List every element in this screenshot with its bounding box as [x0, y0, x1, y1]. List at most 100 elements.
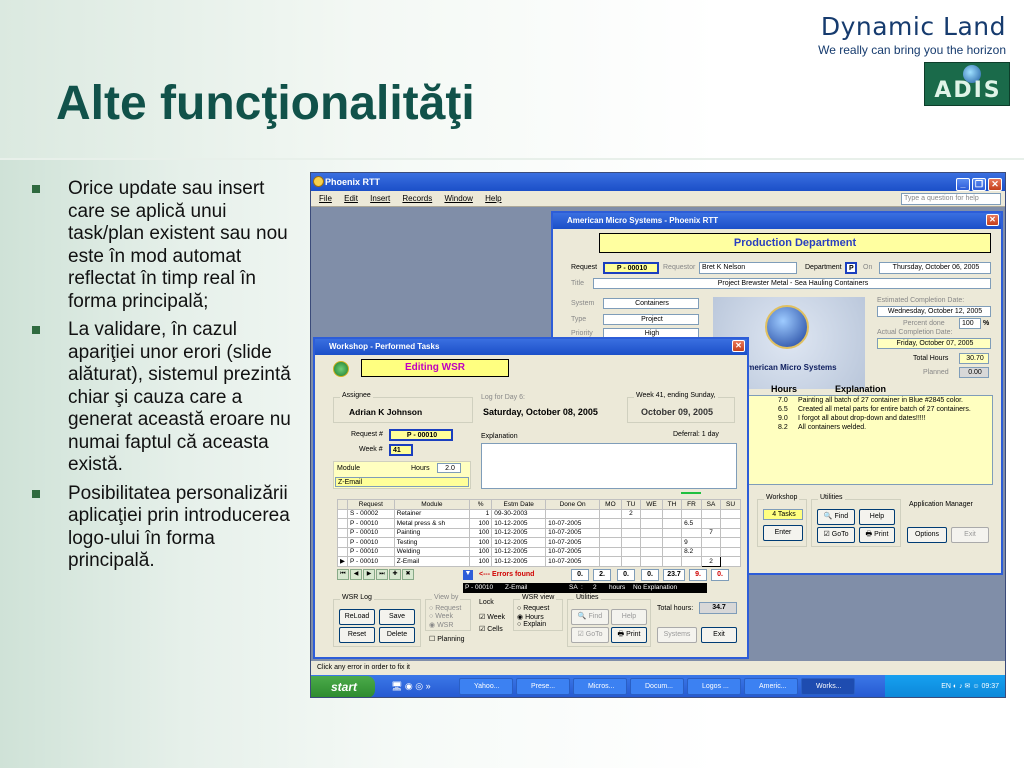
- est-completion-field[interactable]: Wednesday, October 12, 2005: [877, 306, 991, 317]
- table-row[interactable]: P - 00010 Painting 100 10-12-2005 10-07-2005…: [337, 527, 741, 538]
- help-search-input[interactable]: Type a question for help: [901, 193, 1001, 205]
- nav-last-icon[interactable]: ⏭: [376, 569, 388, 580]
- menu-records[interactable]: Records: [402, 194, 432, 203]
- grid-header[interactable]: TH: [661, 499, 683, 510]
- percent-done-field[interactable]: 100: [959, 318, 981, 329]
- lock-week-checkbox[interactable]: ☑ Week: [479, 613, 505, 621]
- wsrview-request-radio[interactable]: ○ Request: [517, 605, 549, 612]
- save-button[interactable]: Save: [379, 609, 415, 625]
- week-number-field[interactable]: 41: [389, 444, 413, 456]
- print-button[interactable]: 🖶 Print: [611, 627, 647, 643]
- grid-header[interactable]: Done On: [545, 499, 601, 510]
- grid-header[interactable]: MO: [599, 499, 622, 510]
- nav-next-icon[interactable]: ▶: [363, 569, 375, 580]
- goto-button[interactable]: ☑ GoTo: [817, 527, 855, 543]
- find-button[interactable]: 🔍 Find: [817, 509, 855, 525]
- task-logos[interactable]: Logos ...: [687, 678, 741, 695]
- options-button[interactable]: Options: [907, 527, 947, 543]
- reset-button[interactable]: Reset: [339, 627, 375, 643]
- requestor-select[interactable]: Bret K Nelson: [699, 262, 797, 274]
- menu-edit[interactable]: Edit: [344, 194, 358, 203]
- wsrview-explain-radio[interactable]: ○ Explain: [517, 621, 546, 628]
- wsr-titlebar[interactable]: Workshop - Performed Tasks ✕: [315, 339, 747, 355]
- workshop-tasks-field[interactable]: 4 Tasks: [763, 509, 803, 520]
- hours-field[interactable]: 2.0: [437, 463, 461, 473]
- exit-button[interactable]: Exit: [951, 527, 989, 543]
- nav-delete-icon[interactable]: ✖: [402, 569, 414, 580]
- system-select[interactable]: Containers: [603, 298, 699, 309]
- department-field[interactable]: P: [845, 262, 857, 274]
- table-row[interactable]: S - 00002 Retainer 1 09-30-2003 2: [337, 508, 741, 519]
- wsrview-hours-radio[interactable]: ◉ Hours: [517, 613, 544, 621]
- task-american[interactable]: Americ...: [744, 678, 798, 695]
- wsr-window: Workshop - Performed Tasks ✕ Editing WSR…: [313, 337, 749, 659]
- task-documents[interactable]: Docum...: [630, 678, 684, 695]
- close-icon[interactable]: ✕: [732, 340, 745, 352]
- grid-header[interactable]: WE: [640, 499, 663, 510]
- task-workshop[interactable]: Works...: [801, 678, 855, 695]
- request-number-field[interactable]: P - 00010: [389, 429, 453, 441]
- task-microsoft[interactable]: Micros...: [573, 678, 627, 695]
- type-select[interactable]: Project: [603, 314, 699, 325]
- request-field[interactable]: P - 00010: [603, 262, 659, 274]
- module-select[interactable]: Z-Email: [335, 477, 469, 487]
- grid-header[interactable]: Estm Date: [491, 499, 547, 510]
- goto-button[interactable]: ☑ GoTo: [571, 627, 609, 643]
- status-bar: Click any error in order to fix it: [311, 661, 1005, 675]
- start-button[interactable]: start: [311, 676, 375, 697]
- quick-launch-icons[interactable]: 🖥 ◉ ◎ »: [391, 681, 431, 692]
- planning-checkbox[interactable]: ☐ Planning: [429, 635, 464, 643]
- clock[interactable]: 09:37: [981, 683, 999, 690]
- actual-completion-field[interactable]: Friday, October 07, 2005: [877, 338, 991, 349]
- grid-header[interactable]: TU: [620, 499, 642, 510]
- task-yahoo[interactable]: Yahoo...: [459, 678, 513, 695]
- menu-file[interactable]: File: [319, 194, 332, 203]
- lock-cells-checkbox[interactable]: ☑ Cells: [479, 625, 503, 633]
- table-row[interactable]: P - 00010 Testing 100 10-12-2005 10-07-2005 9: [337, 537, 741, 548]
- errors-found-label[interactable]: <--- Errors found: [479, 571, 534, 578]
- table-row-selected[interactable]: ▶ P - 00010 Z-Email 100 10-12-2005 10-07-2005…: [337, 556, 741, 567]
- grid-header[interactable]: SU: [720, 499, 741, 510]
- viewby-request-radio[interactable]: ○ Request: [429, 605, 461, 612]
- grid-header[interactable]: FR: [681, 499, 702, 510]
- print-button[interactable]: 🖶 Print: [859, 527, 895, 543]
- exit-button[interactable]: Exit: [701, 627, 737, 643]
- nav-first-icon[interactable]: ⏮: [337, 569, 349, 580]
- app-titlebar[interactable]: Phoenix RTT _ ❐ ✕: [311, 173, 1005, 191]
- grid-header[interactable]: %: [468, 499, 493, 510]
- viewby-wsr-radio[interactable]: ◉ WSR: [429, 621, 453, 629]
- menu-insert[interactable]: Insert: [370, 194, 390, 203]
- close-icon[interactable]: ✕: [988, 178, 1002, 191]
- on-date-field[interactable]: Thursday, October 06, 2005: [879, 262, 991, 274]
- dropdown-icon[interactable]: ▼: [463, 570, 473, 580]
- assignee-value[interactable]: Adrian K Johnson: [349, 407, 422, 417]
- find-button[interactable]: 🔍 Find: [571, 609, 609, 625]
- grid-header[interactable]: Module: [393, 499, 470, 510]
- reload-button[interactable]: ReLoad: [339, 609, 375, 625]
- menu-help[interactable]: Help: [485, 194, 501, 203]
- menu-window[interactable]: Window: [444, 194, 472, 203]
- help-button[interactable]: Help: [611, 609, 647, 625]
- table-row[interactable]: P - 00010 Metal press & sh 100 10-12-2005 10…: [337, 518, 741, 529]
- explanation-label: Explanation: [481, 433, 518, 440]
- help-button[interactable]: Help: [859, 509, 895, 525]
- language-indicator[interactable]: EN: [941, 683, 951, 690]
- error-detail-row[interactable]: P - 00010 Z-Email SA : 2 hours No Explan…: [463, 583, 707, 593]
- nav-prev-icon[interactable]: ◀: [350, 569, 362, 580]
- nav-new-icon[interactable]: ✚: [389, 569, 401, 580]
- task-presentation[interactable]: Prese...: [516, 678, 570, 695]
- enter-button[interactable]: Enter: [763, 525, 803, 541]
- explanation-textarea[interactable]: [481, 443, 737, 489]
- title-field[interactable]: Project Brewster Metal - Sea Hauling Con…: [593, 278, 991, 289]
- systems-button[interactable]: Systems: [657, 627, 697, 643]
- tray-icons[interactable]: ◐ ♪ ✉ ☺: [953, 683, 982, 690]
- delete-button[interactable]: Delete: [379, 627, 415, 643]
- viewby-week-radio[interactable]: ○ Week: [429, 613, 453, 620]
- grid-header[interactable]: SA: [700, 499, 722, 510]
- table-row[interactable]: P - 00010 Welding 100 10-12-2005 10-07-2005 8…: [337, 546, 741, 557]
- restore-icon[interactable]: ❐: [972, 178, 986, 191]
- ams-titlebar[interactable]: American Micro Systems - Phoenix RTT ✕: [553, 213, 1001, 229]
- close-icon[interactable]: ✕: [986, 214, 999, 226]
- grid-header[interactable]: Request: [347, 499, 395, 510]
- minimize-icon[interactable]: _: [956, 178, 970, 191]
